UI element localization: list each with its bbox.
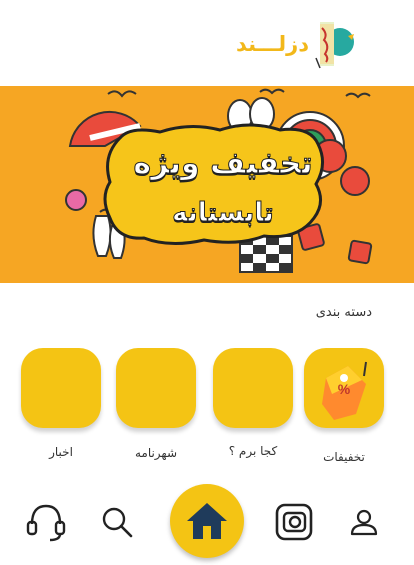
svg-text:%: % <box>338 381 351 397</box>
category-where-to-go[interactable]: کجا برم ؟ <box>213 348 293 458</box>
app-logo[interactable]: دزلـــند <box>236 18 356 70</box>
category-tile <box>116 348 196 428</box>
nav-instagram[interactable] <box>272 500 316 544</box>
category-label: شهرنامه <box>134 446 178 460</box>
nav-profile[interactable] <box>342 500 386 544</box>
category-tile <box>213 348 293 428</box>
home-icon <box>187 503 227 539</box>
category-tile: % <box>304 348 384 428</box>
category-news[interactable]: اخبار <box>21 348 101 459</box>
logo-text: دزلـــند <box>236 32 309 56</box>
category-label: کجا برم ؟ <box>228 444 278 458</box>
discount-tag-icon: % <box>322 361 367 420</box>
nav-search[interactable] <box>95 500 139 544</box>
category-discounts[interactable]: % تخفیفات <box>304 348 384 464</box>
instagram-icon <box>275 503 313 541</box>
category-label: تخفیفات <box>323 450 365 464</box>
category-city-guide[interactable]: شهرنامه <box>116 348 196 460</box>
profile-icon <box>350 509 378 536</box>
category-tile <box>21 348 101 428</box>
support-headset-icon <box>26 504 66 542</box>
nav-home[interactable] <box>170 484 244 558</box>
category-label: اخبار <box>49 445 73 459</box>
categories-title: دسته بندی <box>315 305 372 320</box>
search-icon <box>102 507 133 538</box>
nav-support[interactable] <box>24 500 68 544</box>
promo-banner[interactable]: تخفیف ویژه تابستانه <box>0 86 414 283</box>
banner-illustration <box>65 88 373 273</box>
banner-title-line2: تابستانه <box>172 198 275 229</box>
app-header: دزلـــند <box>0 0 414 86</box>
banner-title-line1: تخفیف ویژه <box>133 146 313 182</box>
logo-mark-icon <box>315 22 354 69</box>
